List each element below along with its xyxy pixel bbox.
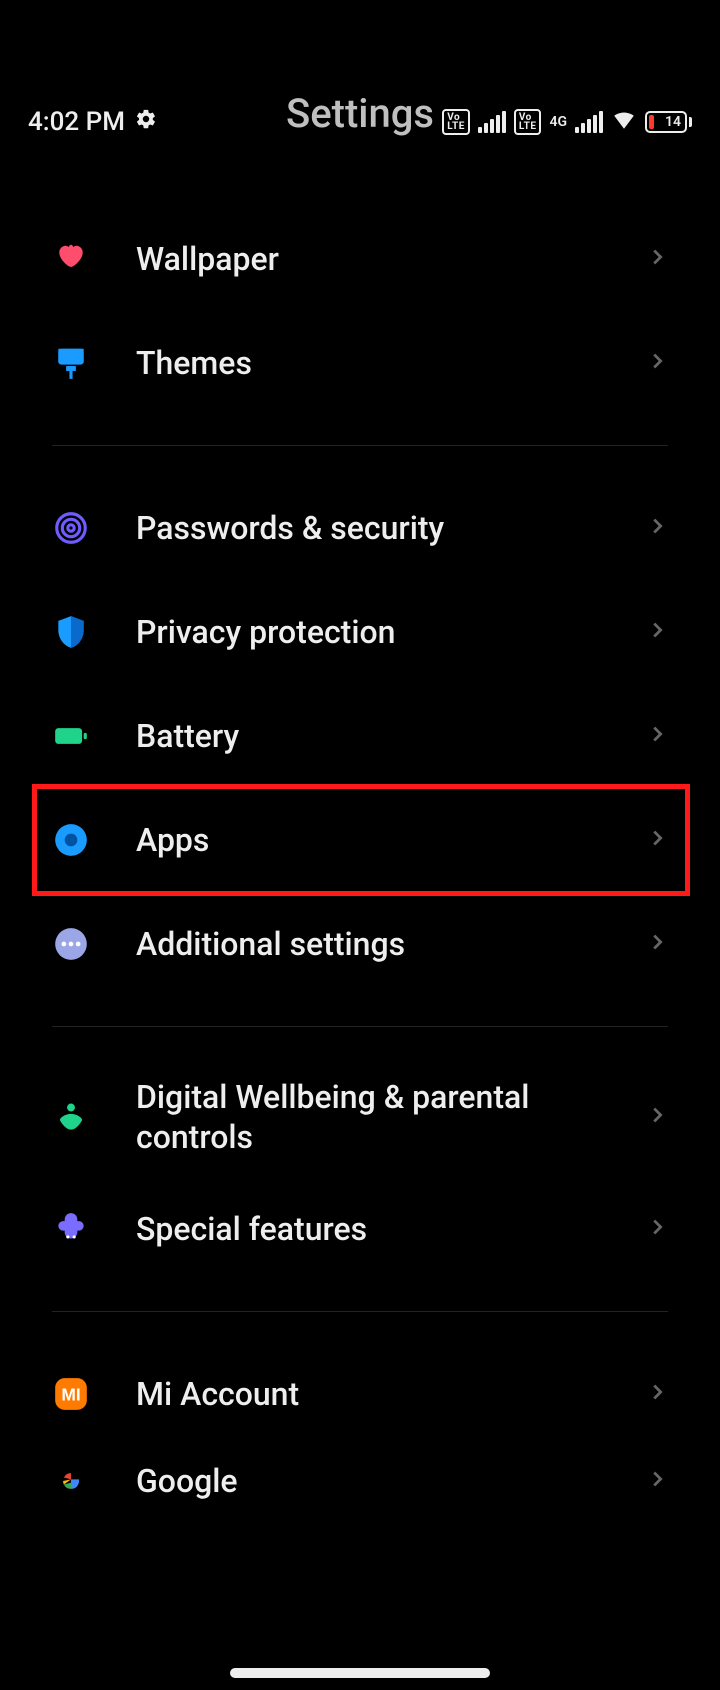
row-label: Themes (136, 343, 252, 383)
settings-item-google[interactable]: Google (0, 1446, 720, 1516)
wallpaper-icon (52, 240, 90, 278)
google-icon (52, 1462, 90, 1500)
special-features-icon (52, 1210, 90, 1248)
row-label: Battery (136, 716, 239, 756)
settings-item-apps[interactable]: Apps (0, 788, 720, 892)
row-label: Mi Account (136, 1374, 299, 1414)
settings-item-passwords-security[interactable]: Passwords & security (0, 476, 720, 580)
settings-item-battery[interactable]: Battery (0, 684, 720, 788)
wellbeing-icon (52, 1098, 90, 1136)
status-bar: 4:02 PM VoLTE VoLTE 4G 14 (0, 90, 720, 154)
row-label: Passwords & security (136, 508, 444, 548)
volte-icon: VoLTE (442, 109, 470, 135)
row-label: Digital Wellbeing & parental controls (136, 1077, 566, 1157)
fingerprint-icon (52, 509, 90, 547)
mi-icon: MI (52, 1375, 90, 1413)
chevron-right-icon (646, 1104, 668, 1130)
themes-icon (52, 344, 90, 382)
highlight-box (32, 784, 690, 896)
chevron-right-icon (646, 1216, 668, 1242)
row-label: Additional settings (136, 924, 405, 964)
status-time: 4:02 PM (28, 107, 125, 137)
chevron-right-icon (646, 515, 668, 541)
chevron-right-icon (646, 1468, 668, 1494)
chevron-right-icon (646, 931, 668, 957)
divider (52, 1026, 668, 1027)
more-icon (52, 925, 90, 963)
gear-icon (135, 107, 157, 137)
signal-icon (478, 111, 506, 133)
settings-item-additional-settings[interactable]: Additional settings (0, 892, 720, 996)
home-handle[interactable] (230, 1668, 490, 1678)
settings-list: Wallpaper Themes Passwords & security Pr… (0, 207, 720, 1516)
row-label: Special features (136, 1209, 367, 1249)
chevron-right-icon (646, 619, 668, 645)
shield-icon (52, 613, 90, 651)
settings-item-themes[interactable]: Themes (0, 311, 720, 415)
volte-icon: VoLTE (514, 109, 542, 135)
settings-item-mi-account[interactable]: MI Mi Account (0, 1342, 720, 1446)
wifi-icon (611, 106, 637, 139)
row-label: Google (136, 1461, 238, 1501)
chevron-right-icon (646, 723, 668, 749)
signal-icon (575, 111, 603, 133)
chevron-right-icon (646, 246, 668, 272)
battery-icon (52, 717, 90, 755)
row-label: Wallpaper (136, 239, 279, 279)
settings-item-privacy-protection[interactable]: Privacy protection (0, 580, 720, 684)
chevron-right-icon (646, 350, 668, 376)
navigation-bar[interactable] (0, 1668, 720, 1678)
chevron-right-icon (646, 1381, 668, 1407)
network-type: 4G (549, 116, 567, 128)
divider (52, 445, 668, 446)
row-label: Privacy protection (136, 612, 395, 652)
settings-item-special-features[interactable]: Special features (0, 1177, 720, 1281)
chevron-right-icon (646, 827, 668, 853)
battery-icon: 14 (645, 111, 692, 133)
apps-icon (52, 821, 90, 859)
settings-item-digital-wellbeing[interactable]: Digital Wellbeing & parental controls (0, 1057, 720, 1177)
row-label: Apps (136, 820, 209, 860)
svg-text:MI: MI (61, 1384, 80, 1404)
divider (52, 1311, 668, 1312)
settings-item-wallpaper[interactable]: Wallpaper (0, 207, 720, 311)
